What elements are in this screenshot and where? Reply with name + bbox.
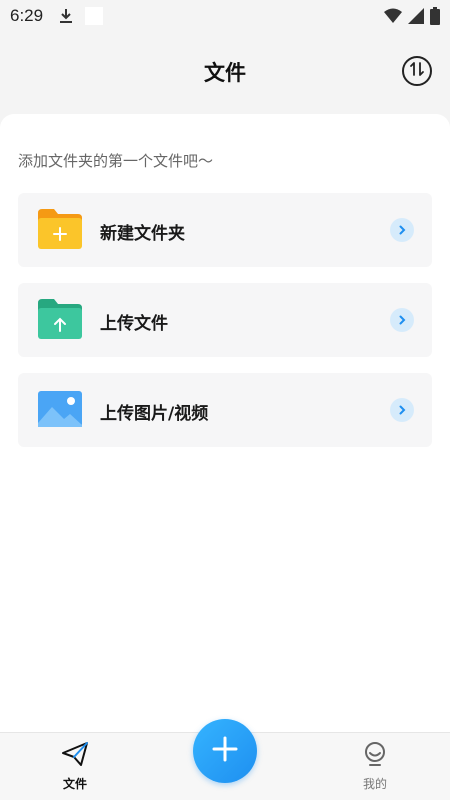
new-folder-label: 新建文件夹 bbox=[100, 224, 185, 244]
tab-files[interactable]: 文件 bbox=[45, 741, 105, 797]
status-icons bbox=[384, 7, 440, 29]
page-title: 文件 bbox=[204, 61, 246, 85]
download-icon bbox=[59, 8, 73, 24]
tab-files-label: 文件 bbox=[62, 777, 87, 791]
upload-image-icon bbox=[38, 389, 82, 429]
upload-media-label: 上传图片/视频 bbox=[100, 404, 209, 424]
upload-file-label: 上传文件 bbox=[100, 314, 168, 334]
sort-arrows-icon bbox=[409, 61, 425, 81]
sort-button[interactable] bbox=[402, 56, 432, 86]
plus-icon bbox=[211, 735, 239, 767]
main-panel: 添加文件夹的第一个文件吧～ 新建文件夹 上传文件 上传图片/视频 bbox=[0, 114, 450, 732]
battery-icon bbox=[430, 7, 440, 29]
new-folder-card[interactable]: 新建文件夹 bbox=[18, 193, 432, 267]
wifi-icon bbox=[384, 8, 402, 28]
add-button[interactable] bbox=[193, 719, 257, 783]
empty-hint: 添加文件夹的第一个文件吧～ bbox=[18, 152, 214, 170]
new-folder-icon bbox=[38, 209, 82, 249]
profile-face-icon bbox=[362, 741, 388, 771]
chevron-right-icon bbox=[390, 218, 414, 242]
chevron-right-icon bbox=[390, 398, 414, 422]
upload-file-card[interactable]: 上传文件 bbox=[18, 283, 432, 357]
tab-mine-label: 我的 bbox=[362, 777, 387, 791]
tab-mine[interactable]: 我的 bbox=[345, 741, 405, 797]
upload-media-card[interactable]: 上传图片/视频 bbox=[18, 373, 432, 447]
status-time: 6:29 bbox=[10, 6, 44, 25]
upload-file-icon bbox=[38, 299, 82, 339]
status-bar: 6:29 bbox=[0, 0, 450, 32]
signal-icon bbox=[408, 8, 424, 28]
app-header: 文件 bbox=[0, 32, 450, 112]
paper-plane-icon bbox=[61, 741, 89, 771]
chevron-right-icon bbox=[390, 308, 414, 332]
white-square-icon bbox=[85, 7, 104, 25]
